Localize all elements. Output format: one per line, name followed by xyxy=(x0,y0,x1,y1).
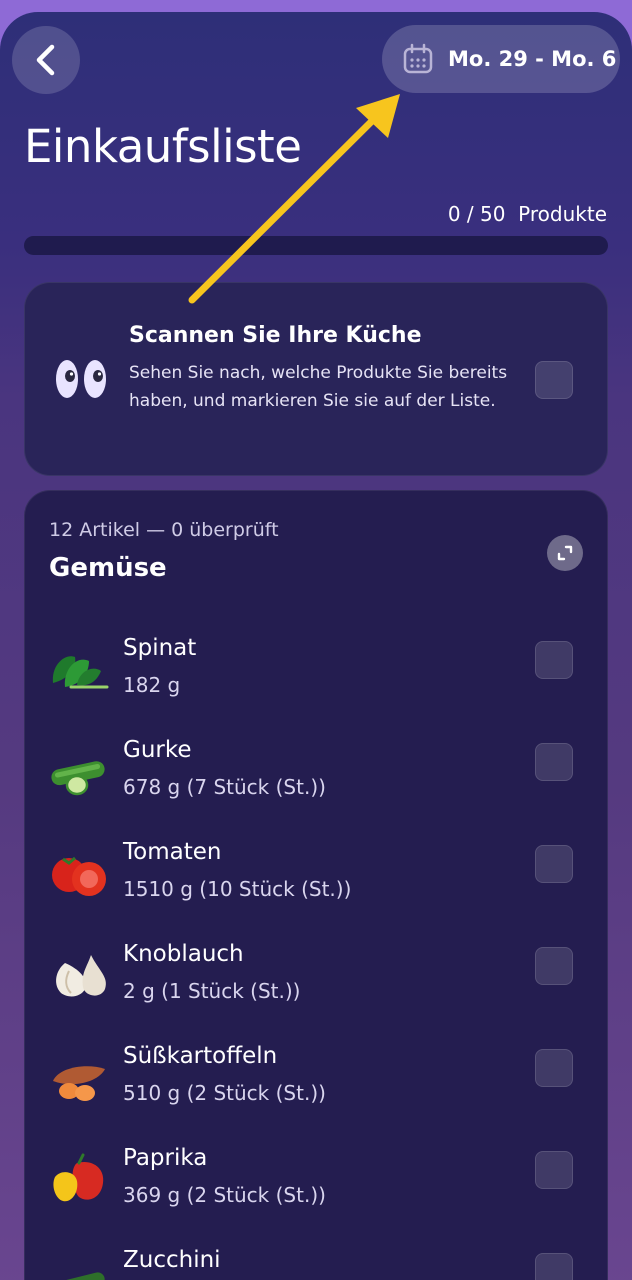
product-counter: 0 / 50 Produkte xyxy=(448,202,607,226)
cucumber-icon xyxy=(51,761,105,796)
scan-kitchen-card[interactable]: Scannen Sie Ihre Küche Sehen Sie nach, w… xyxy=(24,282,608,476)
chevron-left-icon xyxy=(36,44,55,76)
expand-button[interactable] xyxy=(547,535,583,571)
item-checkbox[interactable] xyxy=(535,1049,573,1087)
progress-bar xyxy=(24,236,608,255)
product-count-unit: Produkte xyxy=(518,202,607,226)
item-checkbox[interactable] xyxy=(535,845,573,883)
calendar-icon xyxy=(403,43,433,74)
item-quantity: 369 g (2 Stück (St.)) xyxy=(123,1183,326,1207)
item-quantity: 1510 g (10 Stück (St.)) xyxy=(123,877,352,901)
app-screen: Mo. 29 - Mo. 6 Einkaufsliste 0 / 50 Prod… xyxy=(0,12,632,1280)
item-name: Knoblauch xyxy=(123,941,244,967)
list-item[interactable]: Paprika 369 g (2 Stück (St.)) xyxy=(25,1145,609,1235)
item-quantity: 510 g (2 Stück (St.)) xyxy=(123,1081,326,1105)
scan-title: Scannen Sie Ihre Küche xyxy=(129,323,422,348)
category-meta: 12 Artikel — 0 überprüft xyxy=(49,519,279,541)
item-checkbox[interactable] xyxy=(535,1151,573,1189)
item-name: Gurke xyxy=(123,737,192,763)
list-item[interactable]: Knoblauch 2 g (1 Stück (St.)) xyxy=(25,941,609,1031)
item-quantity: 2 g (1 Stück (St.)) xyxy=(123,979,301,1003)
category-card: 12 Artikel — 0 überprüft Gemüse Spinat 1… xyxy=(24,490,608,1280)
spinach-icon xyxy=(52,656,109,689)
scan-checkbox[interactable] xyxy=(535,361,573,399)
item-checkbox[interactable] xyxy=(535,947,573,985)
item-name: Zucchini xyxy=(123,1247,221,1273)
item-name: Tomaten xyxy=(123,839,222,865)
tomato-icon xyxy=(52,856,106,896)
category-title: Gemüse xyxy=(49,553,167,583)
garlic-icon xyxy=(56,955,106,997)
list-item[interactable]: Gurke 678 g (7 Stück (St.)) xyxy=(25,737,609,827)
date-range-button[interactable]: Mo. 29 - Mo. 6 xyxy=(382,25,620,93)
list-item[interactable]: Zucchini xyxy=(25,1247,609,1280)
product-count: 0 / 50 xyxy=(447,202,506,226)
item-name: Süßkartoffeln xyxy=(123,1043,278,1069)
item-checkbox[interactable] xyxy=(535,1253,573,1280)
item-checkbox[interactable] xyxy=(535,743,573,781)
sweet-potato-icon xyxy=(53,1066,105,1101)
item-quantity: 678 g (7 Stück (St.)) xyxy=(123,775,326,799)
expand-icon xyxy=(557,545,573,561)
list-item[interactable]: Süßkartoffeln 510 g (2 Stück (St.)) xyxy=(25,1043,609,1133)
list-item[interactable]: Spinat 182 g xyxy=(25,635,609,725)
date-range-label: Mo. 29 - Mo. 6 xyxy=(448,47,617,71)
item-name: Spinat xyxy=(123,635,197,661)
item-name: Paprika xyxy=(123,1145,208,1171)
page-title: Einkaufsliste xyxy=(24,120,302,173)
eyes-icon xyxy=(56,360,106,398)
scan-description: Sehen Sie nach, welche Produkte Sie bere… xyxy=(129,363,508,411)
zucchini-icon xyxy=(51,1272,105,1280)
bell-pepper-icon xyxy=(53,1153,104,1202)
item-quantity: 182 g xyxy=(123,673,181,697)
list-item[interactable]: Tomaten 1510 g (10 Stück (St.)) xyxy=(25,839,609,929)
item-checkbox[interactable] xyxy=(535,641,573,679)
back-button[interactable] xyxy=(12,26,80,94)
